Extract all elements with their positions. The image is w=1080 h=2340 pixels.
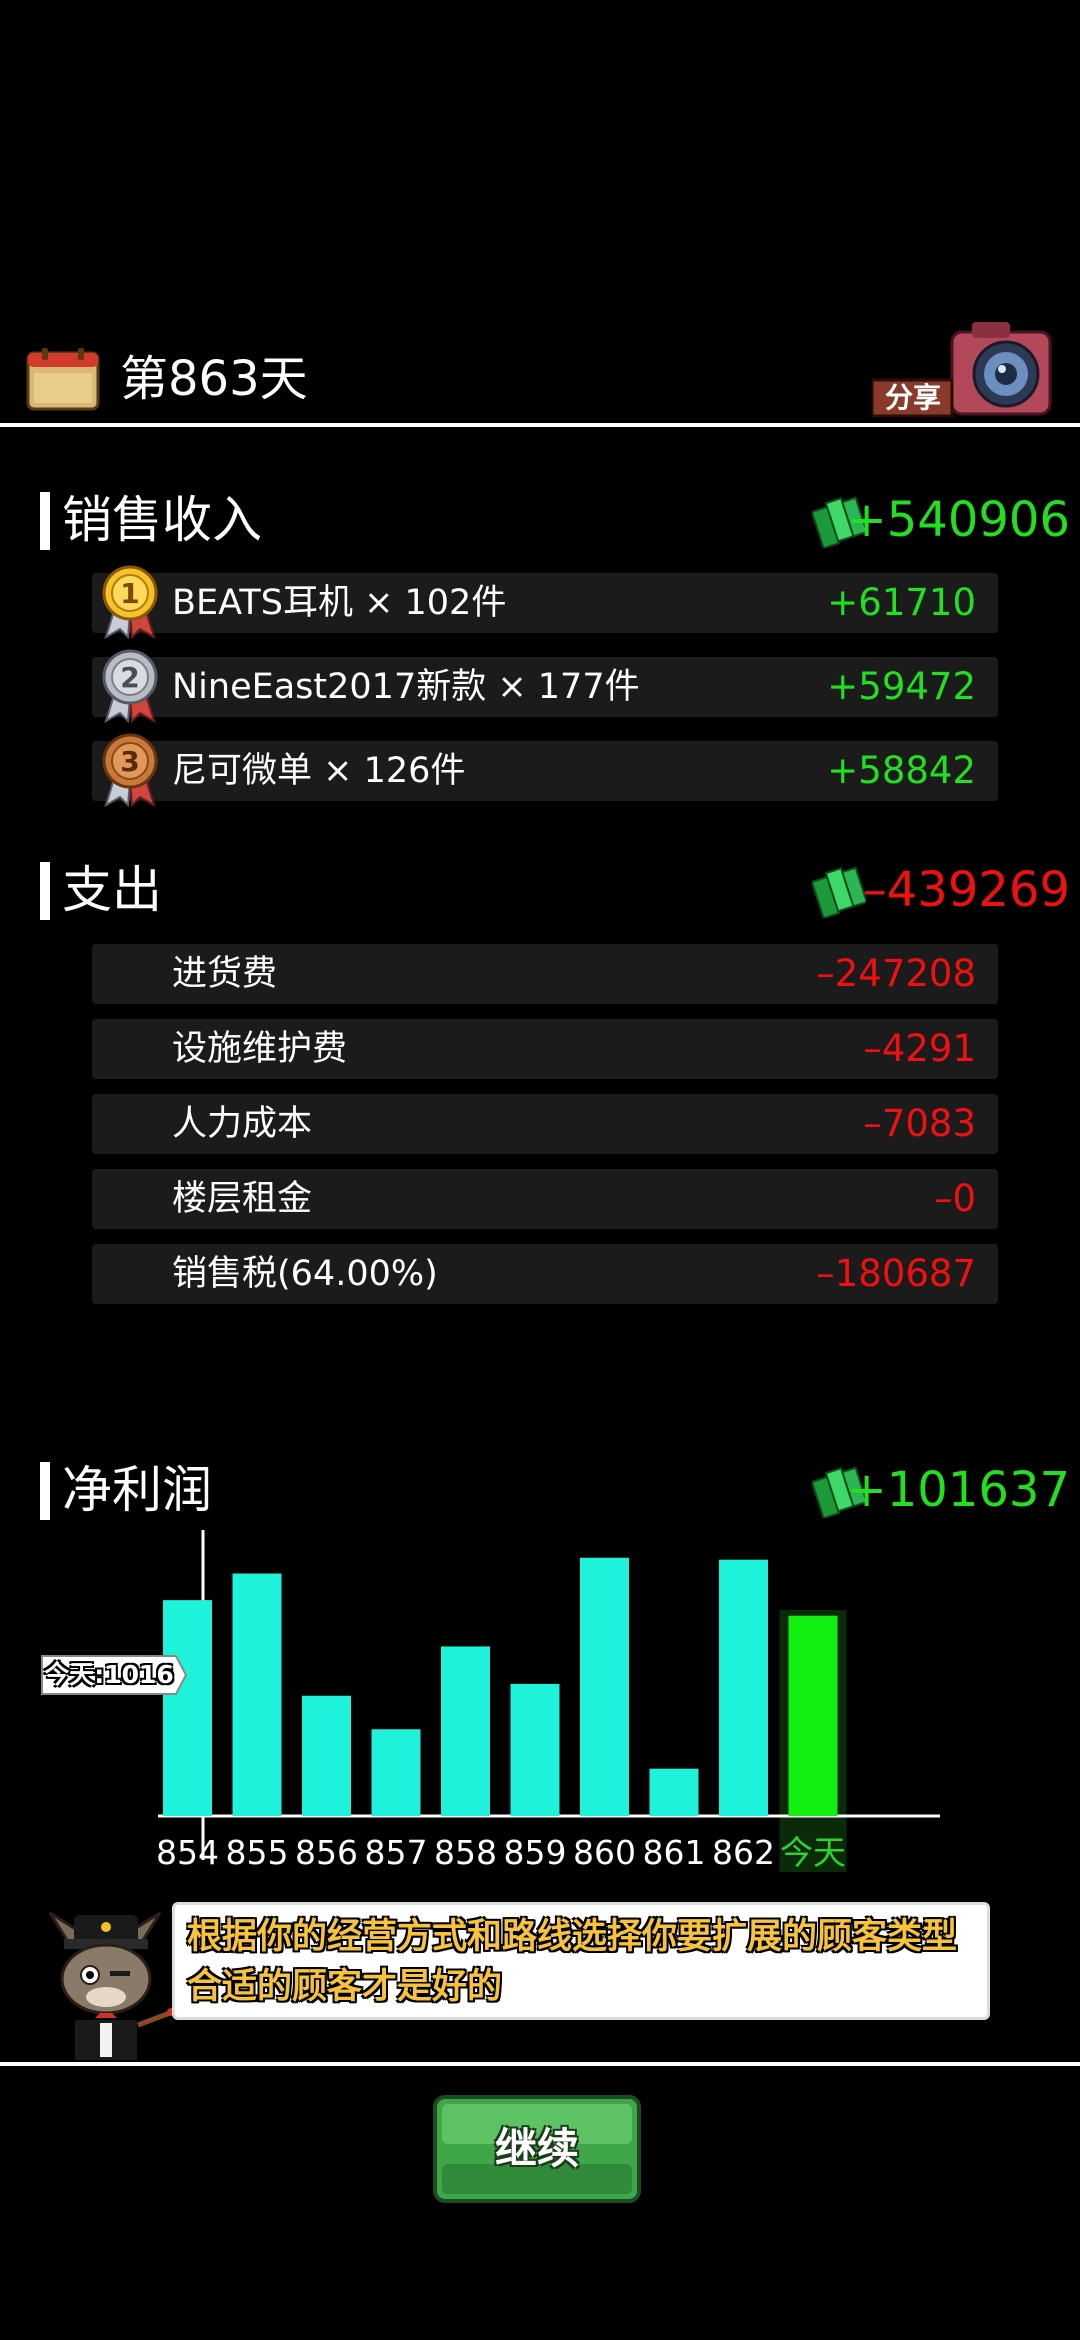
today-value-label: 今天:1016 bbox=[44, 1660, 174, 1689]
expense-item-label: 设施维护费 bbox=[172, 1029, 348, 1069]
expense-item-value: –7083 bbox=[863, 1102, 976, 1145]
expense-row: 销售税(64.00%) –180687 bbox=[92, 1244, 998, 1304]
income-row-3: 3 尼可微单 × 126件 +58842 bbox=[92, 733, 998, 807]
continue-label: 继续 bbox=[494, 2124, 579, 2173]
bar-856 bbox=[302, 1695, 351, 1816]
expense-item-value: –4291 bbox=[863, 1027, 976, 1070]
bar-860 bbox=[580, 1557, 629, 1816]
x-tick-label: 861 bbox=[643, 1833, 706, 1872]
section-marker bbox=[40, 492, 50, 550]
income-item-value: +61710 bbox=[827, 581, 976, 624]
x-tick-label: 860 bbox=[573, 1833, 636, 1872]
profit-title: 净利润 bbox=[62, 1461, 212, 1519]
income-title: 销售收入 bbox=[62, 491, 262, 549]
share-label: 分享 bbox=[884, 381, 941, 414]
manager-character-avatar bbox=[48, 1911, 175, 2062]
profit-bar-chart: 854 855 856 857 858 859 860 861 862 今天 bbox=[156, 1530, 940, 1872]
expense-item-value: –247208 bbox=[816, 952, 976, 995]
expense-row: 设施维护费 –4291 bbox=[92, 1019, 998, 1079]
continue-button[interactable]: 继续 bbox=[432, 2094, 642, 2204]
bar-今天 bbox=[788, 1615, 838, 1816]
bar-859 bbox=[510, 1683, 560, 1816]
expense-row: 进货费 –247208 bbox=[92, 944, 998, 1004]
x-tick-label: 862 bbox=[712, 1833, 775, 1872]
footer-divider bbox=[0, 2062, 1080, 2066]
money-icon bbox=[812, 866, 866, 918]
income-item-label: BEATS耳机 × 102件 bbox=[172, 583, 507, 623]
tip-line-1: 根据你的经营方式和路线选择你要扩展的顾客类型 bbox=[187, 1917, 958, 1957]
income-item-label: NineEast2017新款 × 177件 bbox=[172, 667, 640, 707]
bar-855 bbox=[232, 1573, 282, 1816]
x-tick-label: 855 bbox=[226, 1833, 289, 1872]
share-button[interactable]: 分享 bbox=[870, 318, 1054, 418]
expense-item-label: 销售税(64.00%) bbox=[172, 1254, 438, 1294]
x-tick-label: 今天 bbox=[780, 1833, 846, 1872]
expense-item-value: –0 bbox=[933, 1177, 976, 1220]
silver-medal-icon: 2 bbox=[102, 649, 158, 723]
section-marker bbox=[40, 862, 50, 920]
x-tick-label: 858 bbox=[434, 1833, 497, 1872]
tip-line-2: 合适的顾客才是好的 bbox=[187, 1967, 503, 2007]
income-item-value: +59472 bbox=[827, 665, 976, 708]
expense-item-label: 楼层租金 bbox=[172, 1179, 313, 1219]
tip-speech-bubble: 根据你的经营方式和路线选择你要扩展的顾客类型 合适的顾客才是好的 bbox=[172, 1902, 990, 2020]
income-total: +540906 bbox=[846, 492, 1070, 548]
svg-text:3: 3 bbox=[120, 745, 139, 778]
bar-861 bbox=[649, 1768, 699, 1816]
expense-item-value: –180687 bbox=[816, 1252, 976, 1295]
gold-medal-icon: 1 bbox=[102, 565, 158, 639]
calendar-icon bbox=[26, 348, 100, 411]
profit-total: +101637 bbox=[846, 1462, 1070, 1518]
header-divider bbox=[0, 423, 1080, 427]
today-value-tag: 今天:1016 bbox=[36, 1652, 188, 1698]
income-row-2: 2 NineEast2017新款 × 177件 +59472 bbox=[92, 649, 998, 723]
bar-857 bbox=[371, 1729, 421, 1816]
expense-total: –439269 bbox=[862, 862, 1070, 918]
income-item-value: +58842 bbox=[827, 749, 976, 792]
x-tick-label: 857 bbox=[365, 1833, 428, 1872]
bar-858 bbox=[441, 1646, 490, 1816]
expense-row: 人力成本 –7083 bbox=[92, 1094, 998, 1154]
income-row-1: 1 BEATS耳机 × 102件 +61710 bbox=[92, 565, 998, 639]
expense-item-label: 进货费 bbox=[172, 954, 278, 994]
svg-text:2: 2 bbox=[120, 661, 139, 694]
x-tick-label: 859 bbox=[504, 1833, 567, 1872]
income-item-label: 尼可微单 × 126件 bbox=[172, 751, 466, 791]
expense-title: 支出 bbox=[62, 861, 162, 919]
section-marker bbox=[40, 1462, 50, 1520]
x-tick-label: 854 bbox=[156, 1833, 219, 1872]
bronze-medal-icon: 3 bbox=[102, 733, 158, 807]
expense-item-label: 人力成本 bbox=[172, 1104, 313, 1144]
expense-row: 楼层租金 –0 bbox=[92, 1169, 998, 1229]
day-title: 第863天 bbox=[120, 351, 308, 407]
bar-862 bbox=[719, 1559, 768, 1816]
svg-text:1: 1 bbox=[120, 577, 139, 610]
x-tick-label: 856 bbox=[295, 1833, 358, 1872]
bar-854 bbox=[163, 1600, 212, 1816]
